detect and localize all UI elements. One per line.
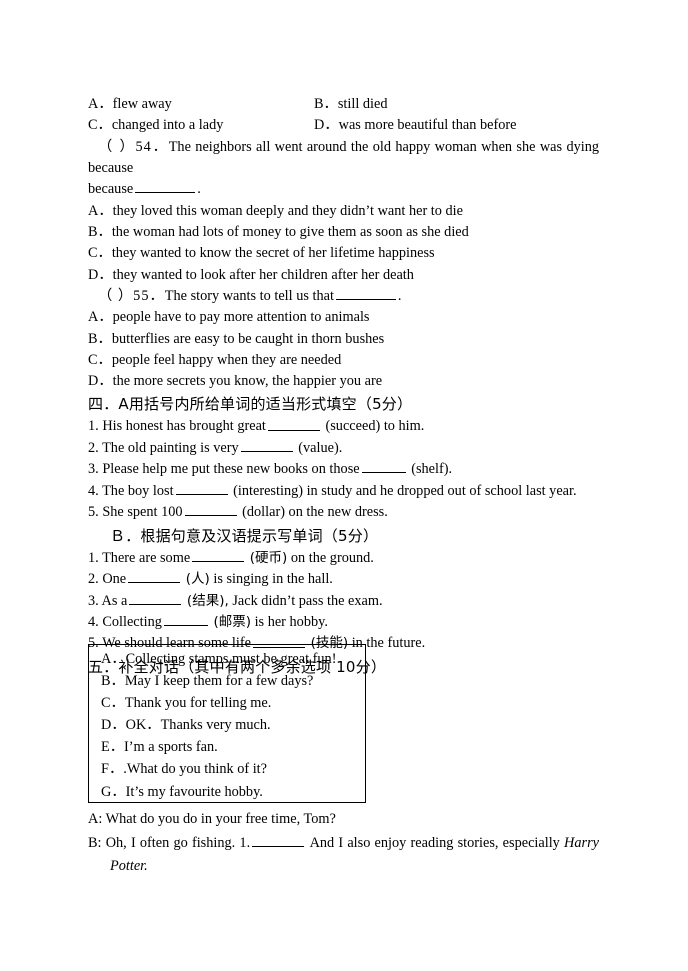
item-number: 4. (88, 614, 99, 631)
worksheet-page: A．flew away B．still died C．changed into … (0, 0, 688, 971)
question-54-blank[interactable] (135, 179, 196, 194)
question-55-option-c[interactable]: C．people feel happy when they are needed (88, 350, 599, 371)
item-text-before: His honest has brought great (102, 418, 266, 435)
item-text-after: (succeed) to him. (325, 418, 425, 435)
question-55-option-b[interactable]: B．butterflies are easy to be caught in t… (88, 329, 599, 350)
item-blank[interactable] (361, 459, 406, 474)
option-c-prev[interactable]: C．changed into a lady (88, 117, 223, 133)
item-text-after: on the ground. (290, 549, 374, 566)
item-text-before: Please help me put these new books on th… (102, 461, 360, 478)
section-four-item-4: 4. The boy lost (interesting) in study a… (88, 481, 599, 502)
item-text-before: She spent 100 (102, 504, 183, 521)
item-number: 3. (88, 592, 99, 609)
question-54-stem: （ ）54．The neighbors all went around the … (88, 137, 599, 180)
item-number: 2. (88, 571, 99, 588)
item-text-after: is singing in the hall. (213, 571, 333, 588)
question-54-stem-cont: because. (88, 179, 599, 200)
item-number: 4. (88, 482, 99, 499)
question-54-period: . (197, 181, 201, 198)
section-four-item-2: 2. The old painting is very (value). (88, 438, 599, 459)
choice-option-e[interactable]: E．I’m a sports fan. (89, 736, 365, 758)
section-four-b-item-1: 1. There are some (硬币) on the ground. (88, 548, 599, 569)
choice-option-f[interactable]: F．.What do you think of it? (89, 758, 365, 780)
choice-option-a[interactable]: A．Collecting stamps must be great fun! (89, 645, 365, 670)
item-number: 2. (88, 440, 99, 457)
item-text-after: Jack didn’t pass the exam. (232, 592, 383, 609)
option-a-prev[interactable]: A．flew away (88, 96, 172, 112)
section-four-b-item-2: 2. One (人) is singing in the hall. (88, 569, 599, 590)
item-text-before: As a (101, 592, 128, 609)
choice-option-b[interactable]: B．May I keep them for a few days? (89, 670, 365, 692)
prev-question-options-row-2: C．changed into a lady D．was more beautif… (88, 115, 599, 136)
question-54-answer-bracket[interactable]: （ ）54． (88, 139, 169, 155)
item-number: 3. (88, 461, 99, 478)
item-text-after: is her hobby. (254, 614, 328, 631)
item-text-after: (value). (298, 440, 343, 457)
dialogue-line-b-before: B: Oh, I often go fishing. 1. (88, 834, 251, 851)
item-blank[interactable] (175, 481, 228, 495)
item-blank[interactable] (128, 569, 181, 584)
item-chinese-hint: (硬币) (249, 549, 288, 566)
choice-option-d[interactable]: D．OK．Thanks very much. (89, 714, 365, 736)
choice-option-g[interactable]: G．It’s my favourite hobby. (89, 781, 365, 803)
dialogue-book-title-part1: Harry (564, 834, 599, 851)
dialogue-book-title-part2: Potter. (110, 858, 148, 875)
item-text-before: One (102, 571, 127, 588)
dialogue-line-a: A: What do you do in your free time, Tom… (88, 811, 336, 827)
question-55-option-d[interactable]: D．the more secrets you know, the happier… (88, 371, 599, 392)
question-54-option-d[interactable]: D．they wanted to look after her children… (88, 265, 599, 286)
item-text-before: There are some (102, 549, 191, 566)
section-four-heading: 四．A用括号内所给单词的适当形式填空（5分） (88, 395, 413, 414)
item-number: 1. (88, 418, 99, 435)
item-number: 5. (88, 504, 99, 521)
question-55-stem: （ ）55．The story wants to tell us that. (88, 286, 599, 307)
question-55-text: The story wants to tell us that (164, 287, 334, 304)
section-four-sub-heading: Ｂ．根据句意及汉语提示写单词（5分） (110, 526, 379, 545)
question-54-because-word: because (88, 181, 134, 198)
section-four-item-3: 3. Please help me put these new books on… (88, 459, 599, 480)
section-four-b-item-3: 3. As a (结果), Jack didn’t pass the exam. (88, 591, 599, 612)
prev-question-options-row-1: A．flew away B．still died (88, 94, 599, 115)
section-four-item-1: 1. His honest has brought great (succeed… (88, 416, 599, 437)
question-55-blank[interactable] (335, 286, 396, 300)
item-chinese-hint: (人) (185, 571, 210, 588)
question-55-answer-bracket[interactable]: （ ）55． (88, 288, 165, 304)
item-blank[interactable] (163, 612, 208, 627)
item-text-after: (shelf). (411, 461, 453, 478)
item-number: 1. (88, 549, 99, 566)
item-blank[interactable] (267, 416, 320, 431)
section-four-item-5: 5. She spent 100 (dollar) on the new dre… (88, 502, 599, 523)
option-d-prev[interactable]: D．was more beautiful than before (314, 115, 516, 136)
item-text-before: The old painting is very (102, 440, 239, 457)
question-54-option-c[interactable]: C．they wanted to know the secret of her … (88, 243, 599, 264)
question-55-period: . (397, 287, 402, 304)
choice-option-c[interactable]: C．Thank you for telling me. (89, 692, 365, 714)
option-b-prev[interactable]: B．still died (314, 94, 387, 115)
question-55-option-a[interactable]: A．people have to pay more attention to a… (88, 307, 599, 328)
dialogue-line-b: B: Oh, I often go fishing. 1. And I also… (88, 832, 599, 856)
question-54-option-b[interactable]: B．the woman had lots of money to give th… (88, 222, 599, 243)
item-blank[interactable] (240, 438, 293, 453)
item-text-before: Collecting (102, 614, 162, 631)
exam-content: A．flew away B．still died C．changed into … (88, 94, 599, 679)
item-blank[interactable] (129, 591, 182, 605)
dialogue-block: A: What do you do in your free time, Tom… (88, 808, 599, 879)
item-text-after: (dollar) on the new dress. (242, 504, 388, 521)
dialogue-line-b-after: And I also enjoy reading stories, especi… (309, 834, 560, 851)
item-blank[interactable] (184, 502, 237, 517)
dialogue-line-b-cont: Potter. (88, 855, 599, 879)
item-text-after: (interesting) in study and he dropped ou… (233, 482, 577, 499)
dialogue-choice-box: A．Collecting stamps must be great fun! B… (88, 644, 366, 803)
section-four-b-item-4: 4. Collecting (邮票) is her hobby. (88, 612, 599, 633)
item-blank[interactable] (192, 548, 245, 562)
dialogue-blank-1[interactable] (252, 832, 305, 847)
item-chinese-hint: (邮票) (213, 614, 251, 631)
question-54-option-a[interactable]: A．they loved this woman deeply and they … (88, 201, 599, 222)
item-text-before: The boy lost (102, 482, 174, 499)
item-chinese-hint: (结果), (186, 592, 229, 609)
